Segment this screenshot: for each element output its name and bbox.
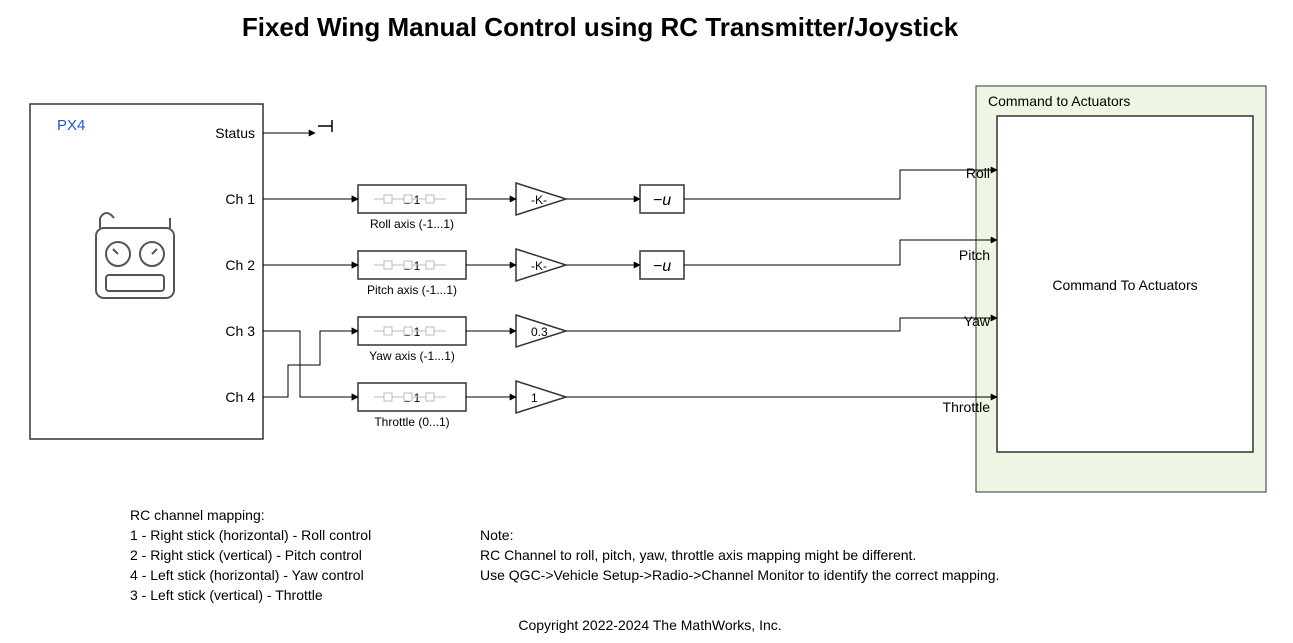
port-ch4-label: Ch 4 (225, 389, 255, 405)
scale-roll-caption: Roll axis (-1...1) (370, 217, 454, 231)
page-title: Fixed Wing Manual Control using RC Trans… (242, 12, 959, 42)
status-terminator[interactable] (315, 118, 337, 138)
neg-roll-label: −u (653, 192, 671, 209)
wire-ch4-c (566, 318, 997, 331)
scale-pitch[interactable]: 1 1 Pitch axis (-1...1) (358, 251, 466, 297)
svg-text:RC Channel to roll, pitch, yaw: RC Channel to roll, pitch, yaw, throttle… (480, 547, 916, 563)
port-ch2-label: Ch 2 (225, 257, 255, 273)
in-yaw-label: Yaw (964, 313, 991, 329)
note-text: Note: RC Channel to roll, pitch, yaw, th… (480, 527, 999, 583)
gain-thr-value: 1 (531, 391, 538, 405)
svg-text:RC channel mapping:: RC channel mapping: (130, 507, 265, 523)
scale-roll[interactable]: 1 1 Roll axis (-1...1) (358, 185, 466, 231)
gain-roll[interactable]: -K- (516, 183, 566, 215)
in-thr-label: Throttle (943, 399, 991, 415)
wire-ch3-a (263, 331, 358, 397)
in-pitch-label: Pitch (959, 247, 990, 263)
gain-pitch[interactable]: -K- (516, 249, 566, 281)
port-ch3-label: Ch 3 (225, 323, 255, 339)
scale-throttle[interactable]: 1 1 Throttle (0...1) (358, 383, 466, 429)
neg-roll[interactable]: −u (640, 185, 684, 213)
svg-text:3 - Left stick (vertical) - Th: 3 - Left stick (vertical) - Throttle (130, 587, 323, 603)
port-ch1-label: Ch 1 (225, 191, 255, 207)
gain-pitch-value: -K- (531, 259, 547, 273)
actuator-block-title: Command To Actuators (1052, 277, 1197, 293)
neg-pitch[interactable]: −u (640, 251, 684, 279)
rc-mapping-note: RC channel mapping: 1 - Right stick (hor… (130, 507, 371, 603)
wire-ch2-d (684, 240, 997, 265)
px4-source-block[interactable]: PX4 Status Ch 1 Ch 2 Ch 3 Ch 4 (30, 104, 263, 439)
scale-thr-caption: Throttle (0...1) (374, 415, 449, 429)
svg-text:Note:: Note: (480, 527, 513, 543)
svg-text:4 - Left stick (horizontal) -: 4 - Left stick (horizontal) - Yaw contro… (130, 567, 364, 583)
scale-yaw[interactable]: 1 1 Yaw axis (-1...1) (358, 317, 466, 363)
port-status-label: Status (215, 125, 255, 141)
gain-yaw-value: 0.3 (531, 325, 548, 339)
wire-ch1-d (684, 170, 997, 199)
svg-text:2 - Right stick (vertical) - P: 2 - Right stick (vertical) - Pitch contr… (130, 547, 362, 563)
svg-text:Use QGC->Vehicle Setup->Radio-: Use QGC->Vehicle Setup->Radio->Channel M… (480, 567, 999, 583)
gain-roll-value: -K- (531, 193, 547, 207)
wire-ch4-a (263, 331, 358, 397)
px4-label: PX4 (57, 117, 85, 134)
gain-throttle[interactable]: 1 (516, 381, 566, 413)
svg-text:1 - Right stick (horizontal) -: 1 - Right stick (horizontal) - Roll cont… (130, 527, 371, 543)
actuator-area-title: Command to Actuators (988, 93, 1130, 109)
copyright: Copyright 2022-2024 The MathWorks, Inc. (518, 617, 781, 633)
scale-pitch-caption: Pitch axis (-1...1) (367, 283, 457, 297)
gain-yaw[interactable]: 0.3 (516, 315, 566, 347)
scale-yaw-caption: Yaw axis (-1...1) (369, 349, 455, 363)
neg-pitch-label: −u (653, 258, 671, 275)
in-roll-label: Roll (966, 165, 990, 181)
